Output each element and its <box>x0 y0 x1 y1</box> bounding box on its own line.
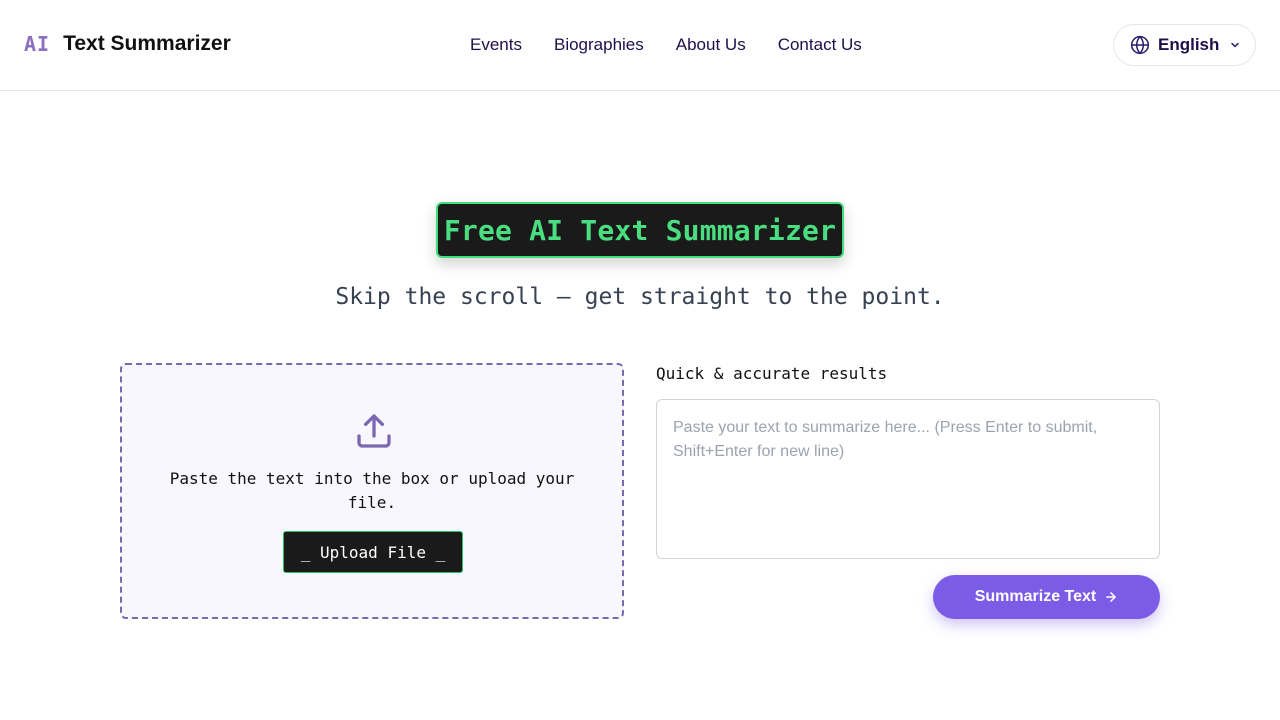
nav-link-contact-us[interactable]: Contact Us <box>778 35 862 55</box>
summarize-text-input[interactable] <box>656 399 1160 559</box>
nav-link-events[interactable]: Events <box>470 35 522 55</box>
hero-subtitle: Skip the scroll — get straight to the po… <box>335 284 945 310</box>
upload-file-button[interactable]: _ Upload File _ <box>283 531 463 573</box>
brand-name: Text Summarizer <box>63 32 231 55</box>
globe-icon <box>1130 35 1150 55</box>
nav-link-biographies[interactable]: Biographies <box>554 35 644 55</box>
language-selector[interactable]: English <box>1113 24 1256 66</box>
upload-instructions: Paste the text into the box or upload yo… <box>169 469 575 512</box>
nav-link-about-us[interactable]: About Us <box>676 35 746 55</box>
summarize-button[interactable]: Summarize Text <box>933 575 1160 619</box>
arrow-right-icon <box>1106 592 1117 602</box>
hero-title-badge: Free AI Text Summarizer <box>436 202 844 258</box>
language-label: English <box>1158 35 1220 54</box>
site-header: AI Text Summarizer Events Biographies Ab… <box>0 0 1280 91</box>
main-nav: Events Biographies About Us Contact Us <box>470 35 894 55</box>
chevron-down-icon <box>1231 42 1240 48</box>
upload-dropzone[interactable]: Paste the text into the box or upload yo… <box>120 363 624 619</box>
summarize-button-label: Summarize Text <box>974 588 1097 605</box>
summarize-label: Quick & accurate results <box>656 364 888 383</box>
upload-icon <box>357 414 391 448</box>
hero-title: Free AI Text Summarizer <box>443 213 837 247</box>
brand-mark: AI <box>24 32 51 56</box>
brand-logo[interactable]: AI Text Summarizer <box>24 32 231 56</box>
